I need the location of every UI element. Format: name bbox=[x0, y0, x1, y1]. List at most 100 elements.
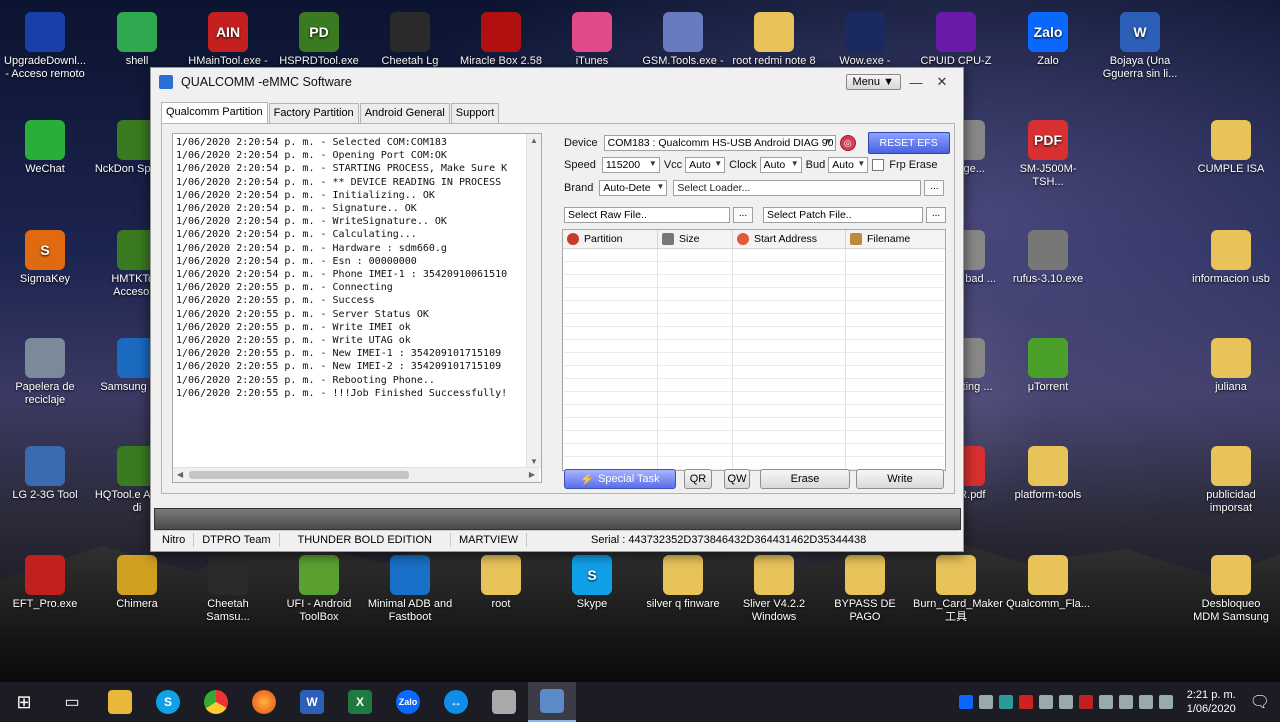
menu-button[interactable]: Menu ▼ bbox=[845, 74, 901, 90]
tray-wifi-icon[interactable] bbox=[1118, 695, 1133, 709]
desktop-icon[interactable]: Sliver V4.2.2 Windows bbox=[731, 555, 817, 624]
raw-file-browse-button[interactable]: ... bbox=[733, 207, 753, 223]
desktop-icon[interactable]: informacion usb bbox=[1188, 230, 1274, 286]
task-view-button[interactable]: ▭ bbox=[48, 682, 96, 722]
desktop-icon[interactable]: Burn_Card_Maker 工具 bbox=[913, 555, 1003, 624]
desktop-icon[interactable]: shell bbox=[94, 12, 180, 68]
write-button[interactable]: Write bbox=[856, 469, 944, 489]
desktop-icon[interactable]: UFI - Android ToolBox bbox=[276, 555, 362, 624]
desktop-icon[interactable]: EFT_Pro.exe bbox=[2, 555, 88, 611]
desktop-icon[interactable]: CUMPLE ISA bbox=[1188, 120, 1274, 176]
taskbar-excel[interactable]: X bbox=[336, 682, 384, 722]
desktop-icon[interactable]: Chimera bbox=[94, 555, 180, 611]
desktop-icon[interactable]: BYPASS DE PAGO bbox=[822, 555, 908, 624]
loader-field[interactable]: Select Loader... bbox=[673, 180, 922, 196]
tray-file-icon[interactable] bbox=[978, 695, 993, 709]
frp-erase-checkbox[interactable] bbox=[872, 159, 885, 171]
column-filename[interactable]: Filename bbox=[846, 230, 943, 248]
start-button[interactable]: ⊞ bbox=[0, 682, 48, 722]
tab-android-general[interactable]: Android General bbox=[359, 103, 450, 124]
desktop-icon[interactable]: juliana bbox=[1188, 338, 1274, 394]
loader-browse-button[interactable]: ... bbox=[924, 180, 945, 196]
scroll-up-icon[interactable]: ▲ bbox=[530, 136, 538, 145]
patch-file-browse-button[interactable]: ... bbox=[926, 207, 946, 223]
column-partition[interactable]: Partition bbox=[563, 230, 658, 248]
desktop-icon[interactable]: UpgradeDownl... - Acceso remoto bbox=[2, 12, 88, 81]
log-vertical-scrollbar[interactable]: ▲ ▼ bbox=[526, 134, 541, 468]
desktop-icon[interactable]: PDF SM-J500M-TSH... bbox=[1005, 120, 1091, 189]
tray-shield-icon[interactable] bbox=[1078, 695, 1093, 709]
log-horizontal-scrollbar[interactable]: ◀ ▶ bbox=[173, 467, 539, 482]
vcc-select[interactable]: Auto ▼ bbox=[685, 157, 726, 173]
taskbar-teamviewer[interactable]: ↔ bbox=[432, 682, 480, 722]
tray-zalo-icon[interactable] bbox=[958, 695, 973, 709]
scroll-thumb[interactable] bbox=[189, 471, 409, 479]
bud-select[interactable]: Auto ▼ bbox=[828, 157, 869, 173]
clock-select[interactable]: Auto ▼ bbox=[759, 157, 802, 173]
desktop-icon[interactable]: silver q finware bbox=[640, 555, 726, 611]
desktop-icon[interactable]: CPUID CPU-Z bbox=[913, 12, 999, 68]
taskbar-skype[interactable]: S bbox=[144, 682, 192, 722]
scroll-down-icon[interactable]: ▼ bbox=[530, 457, 538, 466]
partition-table[interactable]: Partition Size Start Address Filename bbox=[562, 229, 946, 471]
desktop-icon[interactable]: AIN HMainTool.exe - bbox=[185, 12, 271, 68]
tab-support[interactable]: Support bbox=[450, 103, 500, 124]
tray-keyboard-icon[interactable] bbox=[1158, 695, 1173, 709]
refresh-icon[interactable]: ◎ bbox=[839, 135, 856, 151]
desktop-icon[interactable]: S SigmaKey bbox=[2, 230, 88, 286]
title-bar[interactable]: QUALCOMM -eMMC Software Menu ▼ — ✕ bbox=[151, 68, 963, 96]
clock[interactable]: 2:21 p. m. 1/06/2020 bbox=[1187, 688, 1236, 716]
desktop-icon[interactable]: Qualcomm_Fla... bbox=[1005, 555, 1091, 611]
tab-qualcomm-partition[interactable]: Qualcomm Partition bbox=[161, 102, 268, 123]
desktop-icon[interactable]: iTunes bbox=[549, 12, 635, 68]
desktop-icon[interactable]: LG 2-3G Tool bbox=[2, 446, 88, 502]
speed-select[interactable]: 115200 ▼ bbox=[601, 157, 660, 173]
special-task-button[interactable]: ⚡ Special Task bbox=[564, 469, 676, 489]
desktop-icon[interactable]: Desbloqueo MDM Samsung bbox=[1188, 555, 1274, 624]
close-button[interactable]: ✕ bbox=[931, 74, 953, 90]
column-start-address[interactable]: Start Address bbox=[733, 230, 846, 248]
desktop-icon[interactable]: Cheetah Lg bbox=[367, 12, 453, 68]
scroll-right-icon[interactable]: ▶ bbox=[529, 470, 535, 479]
desktop-icon[interactable]: S Skype bbox=[549, 555, 635, 611]
desktop-icon[interactable]: μTorrent bbox=[1005, 338, 1091, 394]
desktop-icon[interactable]: publicidad imporsat bbox=[1188, 446, 1274, 515]
tray-volume-icon[interactable] bbox=[1138, 695, 1153, 709]
tray-red-icon[interactable] bbox=[1018, 695, 1033, 709]
tray-bluetooth-icon[interactable] bbox=[1098, 695, 1113, 709]
taskbar-app[interactable] bbox=[480, 682, 528, 722]
desktop-icon[interactable]: Miracle Box 2.58 bbox=[458, 12, 544, 68]
qr-button[interactable]: QR bbox=[684, 469, 712, 489]
taskbar-qualcomm-app[interactable] bbox=[528, 682, 576, 722]
taskbar-chrome[interactable] bbox=[192, 682, 240, 722]
desktop-icon[interactable]: Cheetah Samsu... bbox=[185, 555, 271, 624]
desktop-icon[interactable]: Papelera de reciclaje bbox=[2, 338, 88, 407]
scroll-left-icon[interactable]: ◀ bbox=[177, 470, 183, 479]
tray-app-icon[interactable] bbox=[1058, 695, 1073, 709]
brand-select[interactable]: Auto-Dete ▼ bbox=[599, 180, 668, 196]
desktop-icon[interactable]: rufus-3.10.exe bbox=[1005, 230, 1091, 286]
desktop-icon[interactable]: Wow.exe - bbox=[822, 12, 908, 68]
tab-factory-partition[interactable]: Factory Partition bbox=[268, 103, 359, 124]
tray-q-icon[interactable] bbox=[998, 695, 1013, 709]
desktop-icon[interactable]: root bbox=[458, 555, 544, 611]
erase-button[interactable]: Erase bbox=[760, 469, 850, 489]
taskbar-explorer[interactable] bbox=[96, 682, 144, 722]
desktop-icon[interactable]: platform-tools bbox=[1005, 446, 1091, 502]
reset-efs-button[interactable]: RESET EFS bbox=[867, 132, 950, 154]
taskbar-zalo[interactable]: Zalo bbox=[384, 682, 432, 722]
taskbar-firefox[interactable] bbox=[240, 682, 288, 722]
desktop-icon[interactable]: Minimal ADB and Fastboot bbox=[367, 555, 453, 624]
column-size[interactable]: Size bbox=[658, 230, 733, 248]
table-body[interactable] bbox=[563, 249, 945, 470]
raw-file-field[interactable]: Select Raw File.. bbox=[564, 207, 730, 223]
desktop-icon[interactable]: W Bojaya (Una Gguerra sin li... bbox=[1097, 12, 1183, 81]
desktop-icon[interactable]: Zalo Zalo bbox=[1005, 12, 1091, 68]
desktop-icon[interactable]: WeChat bbox=[2, 120, 88, 176]
device-select[interactable]: COM183 : Qualcomm HS-USB Android DIAG 90… bbox=[603, 135, 836, 151]
taskbar-word[interactable]: W bbox=[288, 682, 336, 722]
qw-button[interactable]: QW bbox=[724, 469, 750, 489]
patch-file-field[interactable]: Select Patch File.. bbox=[763, 207, 923, 223]
minimize-button[interactable]: — bbox=[905, 75, 927, 90]
log-panel[interactable]: 1/06/2020 2:20:54 p. m. - Selected COM:C… bbox=[172, 133, 542, 483]
